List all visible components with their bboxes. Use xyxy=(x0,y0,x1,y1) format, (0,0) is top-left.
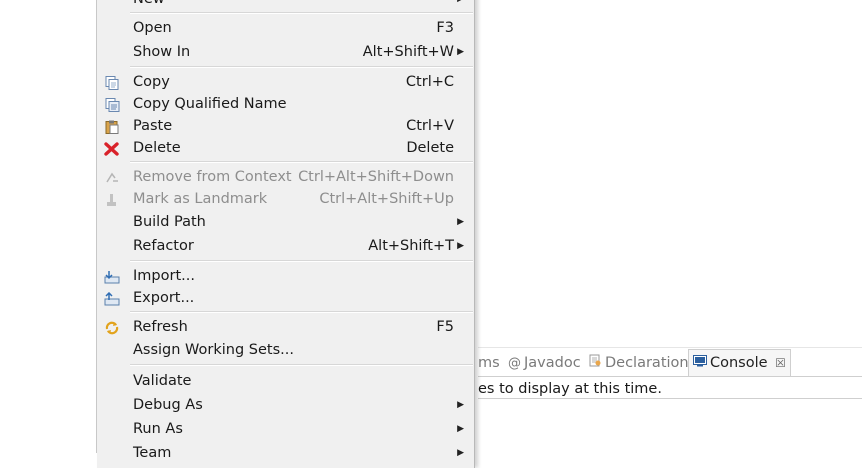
console-divider xyxy=(478,398,862,399)
menu-item-label: Remove from Context xyxy=(133,169,292,185)
view-tabbar: ms @ Javadoc Declaration Console ☒ xyxy=(478,349,862,376)
menu-item-shortcut: Alt+Shift+T xyxy=(368,238,454,254)
menu-item-run-as[interactable]: Run As ▶ xyxy=(97,418,474,440)
menu-item-label: Assign Working Sets... xyxy=(133,342,295,358)
menu-separator xyxy=(130,161,473,163)
menu-separator xyxy=(130,311,473,313)
menu-item-validate[interactable]: Validate xyxy=(97,370,474,392)
menu-item-shortcut: Alt+Shift+W xyxy=(362,44,454,60)
menu-item-mark-as-landmark: Mark as Landmark Ctrl+Alt+Shift+Up xyxy=(97,188,474,210)
menu-item-label: Refactor xyxy=(133,238,194,254)
menu-item-import[interactable]: Import... xyxy=(97,265,474,287)
menu-item-remove-from-context: Remove from Context Ctrl+Alt+Shift+Down xyxy=(97,166,474,188)
panel-top-border xyxy=(478,347,862,348)
menu-item-label: Debug As xyxy=(133,397,203,413)
landmark-icon xyxy=(104,192,120,206)
menu-item-open[interactable]: Open F3 xyxy=(97,17,474,39)
tab-console[interactable]: Console ☒ xyxy=(688,349,791,376)
import-icon xyxy=(104,269,120,284)
menu-item-label: New xyxy=(133,0,165,10)
menu-item-copy[interactable]: Copy Ctrl+C xyxy=(97,71,474,93)
menu-item-label: Import... xyxy=(133,268,195,284)
menu-item-label: Paste xyxy=(133,118,173,134)
menu-item-label: Team xyxy=(133,445,172,461)
menu-separator xyxy=(130,364,473,366)
paste-icon xyxy=(104,119,120,134)
menu-item-delete[interactable]: Delete Delete xyxy=(97,137,474,159)
menu-item-shortcut: Delete xyxy=(406,140,454,156)
left-background xyxy=(0,0,96,453)
menu-separator xyxy=(130,66,473,68)
close-icon[interactable]: ☒ xyxy=(775,356,786,370)
copy-icon xyxy=(104,75,120,90)
delete-icon xyxy=(104,141,120,156)
submenu-arrow-icon: ▶ xyxy=(457,400,464,410)
menu-item-shortcut: Ctrl+C xyxy=(405,74,454,90)
menu-item-label: Copy xyxy=(133,74,170,90)
menu-item-label: Show In xyxy=(133,44,191,60)
menu-separator xyxy=(130,260,473,262)
copy-qualified-icon xyxy=(104,97,120,112)
menu-item-label: Mark as Landmark xyxy=(133,191,268,207)
menu-item-assign-working-sets[interactable]: Assign Working Sets... xyxy=(97,339,474,361)
at-icon: @ xyxy=(508,356,521,371)
submenu-arrow-icon: ▶ xyxy=(457,217,464,227)
tab-problems[interactable]: ms xyxy=(478,350,500,376)
menu-item-label: Delete xyxy=(133,140,181,156)
menu-item-export[interactable]: Export... xyxy=(97,287,474,309)
submenu-arrow-icon: ▶ xyxy=(457,0,464,10)
remove-context-icon xyxy=(104,170,120,184)
menu-item-label: Export... xyxy=(133,290,195,306)
tab-declaration[interactable]: Declaration xyxy=(589,350,689,376)
menu-item-shortcut: Ctrl+V xyxy=(406,118,454,134)
refresh-icon xyxy=(104,320,120,335)
menu-item-label: Run As xyxy=(133,421,183,437)
menu-item-label: Validate xyxy=(133,373,192,389)
tab-javadoc[interactable]: @ Javadoc xyxy=(508,350,581,376)
declaration-icon xyxy=(589,351,602,377)
menu-item-paste[interactable]: Paste Ctrl+V xyxy=(97,115,474,137)
menu-item-team[interactable]: Team ▶ xyxy=(97,442,474,464)
menu-item-show-in[interactable]: Show In Alt+Shift+W ▶ xyxy=(97,41,474,63)
console-icon xyxy=(693,351,707,377)
menu-item-debug-as[interactable]: Debug As ▶ xyxy=(97,394,474,416)
tab-underline xyxy=(478,376,862,377)
menu-item-label: Copy Qualified Name xyxy=(133,96,287,112)
menu-item-shortcut: F3 xyxy=(436,20,454,36)
menu-item-label: Build Path xyxy=(133,214,206,230)
menu-item-label: Open xyxy=(133,20,172,36)
menu-item-refactor[interactable]: Refactor Alt+Shift+T ▶ xyxy=(97,235,474,257)
menu-item-build-path[interactable]: Build Path ▶ xyxy=(97,211,474,233)
menu-item-label: Refresh xyxy=(133,319,188,335)
menu-separator xyxy=(130,12,473,14)
menu-item-shortcut: Ctrl+Alt+Shift+Up xyxy=(319,191,454,207)
submenu-arrow-icon: ▶ xyxy=(457,448,464,458)
console-message: es to display at this time. xyxy=(478,381,662,397)
export-icon xyxy=(104,291,120,306)
submenu-arrow-icon: ▶ xyxy=(457,424,464,434)
menu-item-shortcut: Ctrl+Alt+Shift+Down xyxy=(298,169,454,185)
menu-item-shortcut: F5 xyxy=(436,319,454,335)
menu-item-new[interactable]: New ▶ xyxy=(97,0,474,10)
context-menu: New ▶ Open F3 Show In Alt+Shift+W ▶ Copy… xyxy=(97,0,475,468)
menu-item-copy-qualified-name[interactable]: Copy Qualified Name xyxy=(97,93,474,115)
submenu-arrow-icon: ▶ xyxy=(457,47,464,57)
menu-item-refresh[interactable]: Refresh F5 xyxy=(97,316,474,338)
submenu-arrow-icon: ▶ xyxy=(457,241,464,251)
